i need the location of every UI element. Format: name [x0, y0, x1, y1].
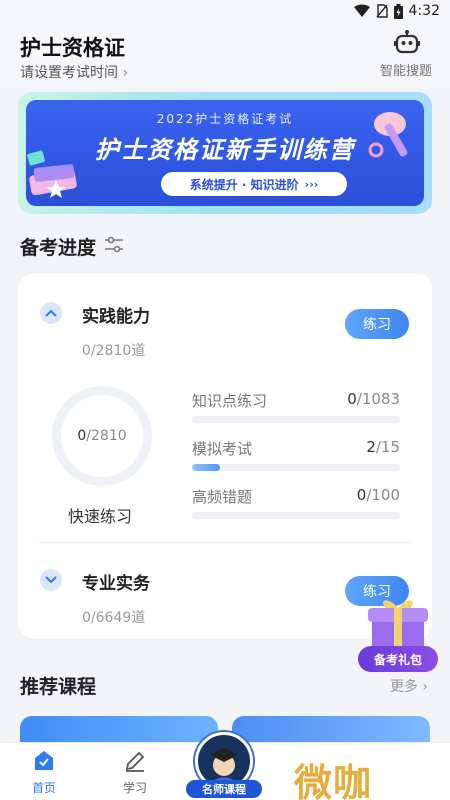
collapse-button[interactable]: [40, 302, 62, 324]
stat-value: 0/1083: [347, 390, 400, 408]
famous-teacher-label: 名师课程: [186, 780, 262, 798]
robot-icon[interactable]: [394, 30, 420, 54]
header: 护士资格证 请设置考试时间 › 智能搜题: [0, 24, 450, 88]
stat-label: 模拟考试: [192, 440, 253, 458]
recommend-section-title: 推荐课程: [20, 676, 97, 698]
promo-banner[interactable]: 2022护士资格证考试 护士资格证新手训练营 系统提升 · 知识进阶 ›››: [18, 92, 432, 214]
wifi-icon: [353, 4, 370, 17]
ring-total: /2810: [86, 428, 127, 444]
quick-practice-label[interactable]: 快速练习: [68, 503, 132, 527]
progress-card: 实践能力 0/2810道 练习 0/2810 快速练习 知识点练习 0/1083…: [18, 274, 432, 638]
stat-progress-track: [192, 416, 400, 423]
banner-pill-label: 系统提升 · 知识进阶: [189, 177, 299, 192]
subject-question-count: 0/6649道: [82, 610, 146, 626]
status-bar: 4:32: [0, 0, 450, 24]
subject-name: 专业实务: [82, 574, 150, 594]
stat-value: 2/15: [366, 438, 400, 456]
subject-name: 实践能力: [82, 307, 150, 327]
expand-button[interactable]: [40, 569, 62, 591]
tab-home[interactable]: 首页: [14, 749, 74, 796]
stat-total: /100: [366, 486, 400, 504]
stat-total: /15: [375, 438, 400, 456]
smart-search-label[interactable]: 智能搜题: [380, 60, 432, 79]
stat-done: 0: [356, 486, 367, 504]
stat-label: 知识点练习: [192, 392, 268, 410]
subject-question-count: 0/2810道: [82, 343, 146, 359]
page-title: 护士资格证: [20, 36, 125, 60]
sliders-icon[interactable]: [103, 235, 125, 255]
pencil-icon: [125, 751, 145, 772]
watermark-logo: 微咖: [294, 761, 373, 800]
progress-ring[interactable]: 0/2810: [52, 386, 152, 486]
gift-pack-badge[interactable]: 备考礼包: [358, 646, 438, 672]
tab-study[interactable]: 学习: [105, 749, 165, 796]
stat-progress-fill: [192, 464, 220, 471]
stat-progress-track: [192, 464, 400, 471]
chevron-down-icon: [45, 576, 57, 584]
tab-study-label: 学习: [122, 781, 147, 795]
practice-button[interactable]: 练习: [345, 309, 409, 339]
stat-progress-track: [192, 512, 400, 519]
chevron-right-icon: ›: [422, 679, 428, 695]
more-label: 更多: [389, 679, 418, 695]
banner-pill: 系统提升 · 知识进阶 ›››: [161, 172, 347, 196]
home-icon: [35, 751, 53, 770]
tab-home-label: 首页: [31, 781, 56, 795]
no-sim-icon: [376, 4, 388, 18]
stat-total: /1083: [356, 390, 400, 408]
chevron-up-icon: [45, 309, 57, 317]
chevron-right-icon: ›: [122, 65, 129, 81]
tab-famous-teacher-courses[interactable]: 名师课程: [186, 732, 262, 800]
book-stack-icon: [27, 150, 77, 198]
stat-value: 0/100: [357, 486, 400, 504]
more-link[interactable]: 更多 ›: [390, 676, 428, 696]
status-time: 4:32: [408, 3, 440, 19]
battery-icon: [393, 3, 403, 19]
stat-label: 高频错题: [192, 488, 253, 506]
progress-section-title: 备考进度: [20, 237, 97, 259]
set-exam-time-label: 请设置考试时间: [20, 65, 118, 81]
set-exam-time-link[interactable]: 请设置考试时间 ›: [20, 62, 128, 82]
triple-chevron-icon: ›››: [304, 177, 319, 191]
pencil-hand-icon: [368, 112, 408, 158]
status-icons: 4:32: [353, 3, 440, 19]
divider: [38, 542, 412, 543]
ring-progress-text: 0/2810: [77, 428, 126, 444]
ring-done: 0: [77, 428, 87, 444]
stat-done: 2: [366, 438, 376, 456]
stat-done: 0: [347, 390, 357, 408]
